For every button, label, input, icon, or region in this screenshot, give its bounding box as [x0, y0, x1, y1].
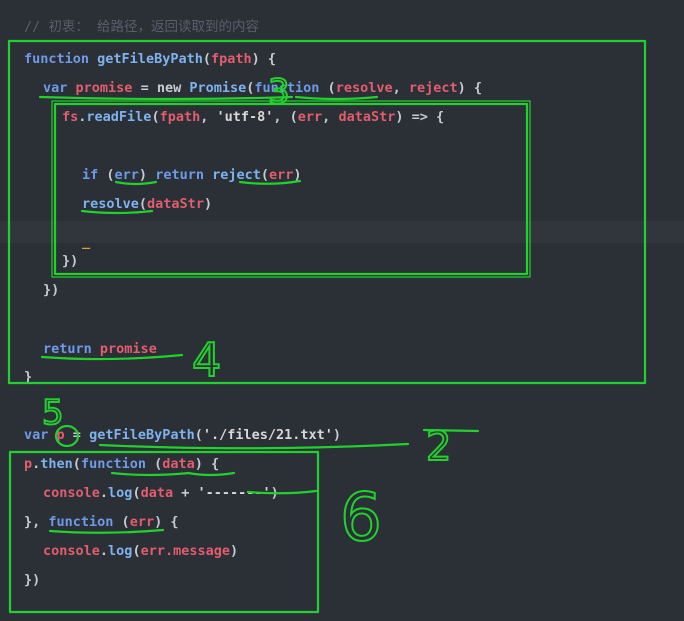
- underline-dashes: [246, 489, 318, 495]
- underline-err: [114, 180, 158, 186]
- underline-getfilebypath: [98, 442, 410, 450]
- underline-function: [294, 95, 379, 101]
- underline-return-promise: [40, 353, 184, 361]
- annotation-2: 2: [426, 424, 451, 470]
- annotation-6: 6: [340, 479, 382, 556]
- underline-resolve: [80, 209, 154, 215]
- annotation-3: 3: [268, 72, 290, 112]
- annotation-4: 4: [192, 333, 221, 387]
- annotation-5: 5: [42, 393, 64, 433]
- annotation-overlay: 3 4 5 2 6: [7, 39, 647, 614]
- readfile-box-outline: [51, 100, 531, 278]
- readfile-box: [53, 102, 529, 276]
- underline-error-function: [48, 528, 165, 534]
- underline-data: [186, 471, 236, 477]
- underline-reject: [238, 179, 302, 185]
- underline-promise-line: [38, 95, 294, 101]
- underline-then-function: [110, 471, 191, 477]
